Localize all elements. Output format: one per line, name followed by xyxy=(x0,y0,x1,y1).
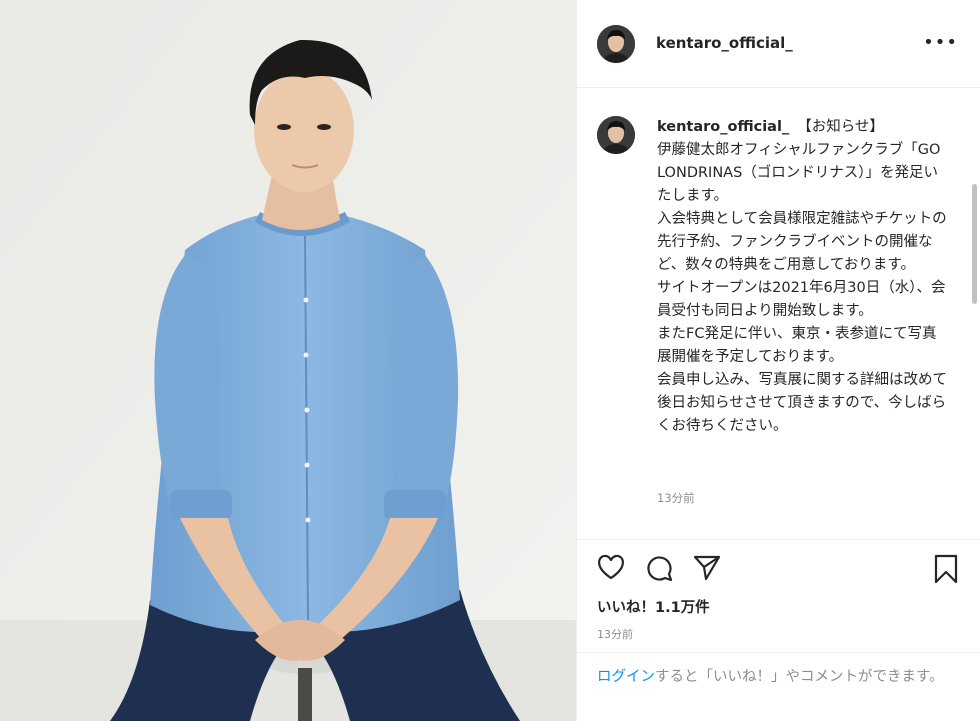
share-icon[interactable] xyxy=(693,554,721,586)
login-link[interactable]: ログイン xyxy=(597,669,655,685)
likes-count[interactable]: いいね！1.1万件 xyxy=(597,596,710,617)
more-options-icon[interactable]: ••• xyxy=(923,34,958,52)
caption-timestamp: 13分前 xyxy=(657,491,695,505)
login-rest-text: すると「いいね！」やコメントができます。 xyxy=(655,669,944,685)
login-prompt: ログインすると「いいね！」やコメントができます。 xyxy=(577,652,980,721)
post-sidebar: kentaro_official_ ••• kentaro_official_ 【… xyxy=(576,0,980,721)
login-text: ログインすると「いいね！」やコメントができます。 xyxy=(597,666,957,688)
photo-illustration xyxy=(0,0,576,721)
post-photo[interactable] xyxy=(0,0,576,721)
comment-icon[interactable] xyxy=(645,554,673,586)
username-link[interactable]: kentaro_official_ xyxy=(656,34,793,52)
caption-username[interactable]: kentaro_official_ xyxy=(657,119,789,135)
post-header: kentaro_official_ ••• xyxy=(577,0,980,88)
comments-section: kentaro_official_ 【お知らせ】 伊藤健太郎オフィシャルファンクラ… xyxy=(577,88,980,540)
avatar[interactable] xyxy=(597,25,635,63)
action-bar xyxy=(577,548,980,592)
post-timestamp[interactable]: 13分前 xyxy=(597,626,633,642)
post-caption: kentaro_official_ 【お知らせ】 伊藤健太郎オフィシャルファンクラ… xyxy=(657,116,947,438)
heart-icon[interactable] xyxy=(597,554,625,584)
bookmark-icon[interactable] xyxy=(933,554,959,588)
avatar[interactable] xyxy=(597,116,635,154)
caption-text: 【お知らせ】 伊藤健太郎オフィシャルファンクラブ「GOLONDRINAS（ゴロン… xyxy=(657,119,947,434)
scrollbar[interactable] xyxy=(972,184,977,304)
